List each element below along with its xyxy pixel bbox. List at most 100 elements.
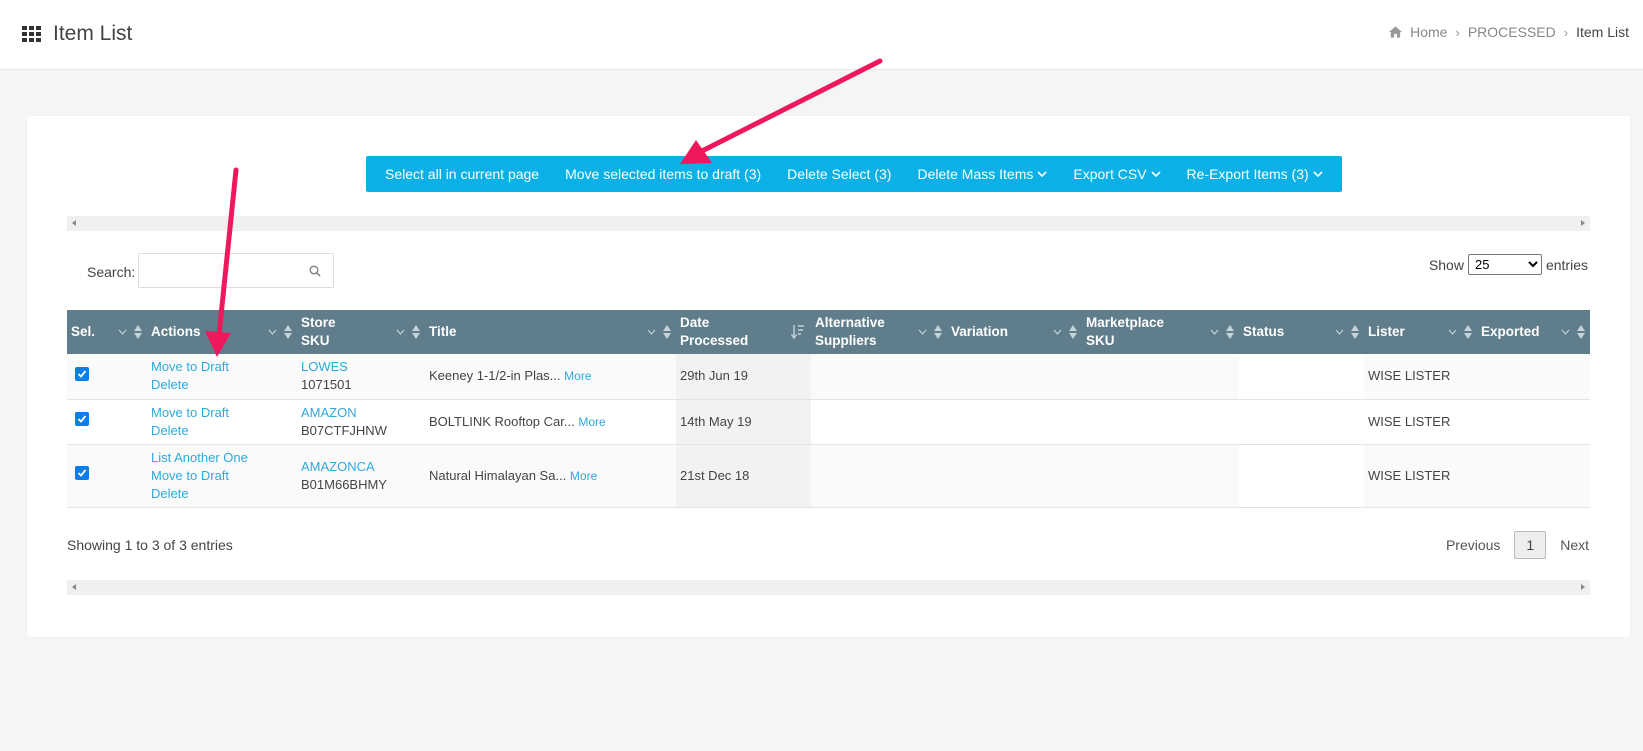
show-label: Show (1428, 256, 1464, 273)
more-link[interactable]: More (578, 415, 605, 429)
sort-icon[interactable] (1350, 324, 1360, 340)
table-row: List Another One Move to Draft Delete AM… (67, 444, 1590, 508)
sku-text: B01M66BHMY (301, 476, 387, 492)
store-link[interactable]: AMAZONCA (301, 458, 421, 476)
column-header-variation[interactable]: Variation (947, 310, 1082, 354)
status-cell (1239, 399, 1364, 445)
sort-descending-icon[interactable] (791, 324, 805, 340)
home-icon (1389, 26, 1403, 38)
breadcrumb-home[interactable]: Home (1410, 24, 1447, 40)
delete-mass-items-dropdown[interactable]: Delete Mass Items (910, 166, 1054, 182)
re-export-items-dropdown[interactable]: Re-Export Items (3) (1180, 166, 1330, 182)
actions-cell: Move to Draft Delete (147, 354, 297, 400)
store-link[interactable]: LOWES (301, 358, 421, 376)
variation-cell (947, 444, 1082, 508)
delete-link[interactable]: Delete (151, 376, 293, 394)
sku-text: B07CTFJHNW (301, 422, 387, 438)
row-checkbox[interactable] (75, 466, 89, 480)
sort-icon[interactable] (1576, 324, 1586, 340)
page-length-control: Show 25 entries (1429, 254, 1588, 275)
chevron-down-icon (1210, 329, 1219, 335)
move-to-draft-link[interactable]: Move to Draft (151, 358, 293, 376)
export-csv-dropdown[interactable]: Export CSV (1066, 166, 1167, 182)
column-header-store-sku[interactable]: Store SKU (297, 310, 425, 354)
sort-icon[interactable] (1068, 324, 1078, 340)
date-cell: 14th May 19 (676, 399, 811, 445)
column-header-sel[interactable]: Sel. (67, 310, 147, 354)
sort-icon[interactable] (411, 324, 421, 340)
lister-cell: WISE LISTER (1364, 354, 1477, 400)
alt-suppliers-cell (811, 399, 947, 445)
row-checkbox[interactable] (75, 366, 89, 381)
actions-cell: List Another One Move to Draft Delete (147, 444, 297, 508)
marketplace-sku-cell (1082, 399, 1239, 445)
select-cell (67, 399, 147, 445)
sort-icon[interactable] (1225, 324, 1235, 340)
column-header-actions[interactable]: Actions (147, 310, 297, 354)
chevron-down-icon (647, 329, 656, 335)
sort-icon[interactable] (662, 324, 672, 340)
sort-icon[interactable] (133, 324, 143, 340)
chevron-down-icon (918, 329, 927, 335)
chevron-down-icon (396, 329, 405, 335)
column-header-alternative-suppliers[interactable]: Alternative Suppliers (811, 310, 947, 354)
delete-link[interactable]: Delete (151, 422, 293, 440)
more-link[interactable]: More (570, 469, 597, 483)
entries-label: entries (1545, 256, 1588, 273)
select-cell (67, 444, 147, 508)
move-to-draft-button[interactable]: Move selected items to draft (3) (558, 166, 768, 182)
move-to-draft-link[interactable]: Move to Draft (151, 467, 293, 485)
date-cell: 29th Jun 19 (676, 354, 811, 400)
search-icon[interactable] (309, 265, 321, 277)
move-to-draft-link[interactable]: Move to Draft (151, 404, 293, 422)
page-1-button[interactable]: 1 (1514, 531, 1547, 559)
alt-suppliers-cell (811, 444, 947, 508)
page-length-select[interactable]: 25 (1467, 254, 1542, 275)
scroll-left-icon[interactable] (72, 220, 76, 226)
search-field[interactable] (138, 253, 334, 288)
select-cell (67, 354, 147, 400)
sort-icon[interactable] (933, 324, 943, 340)
title-text: Natural Himalayan Sa... (429, 467, 567, 483)
column-header-marketplace-sku[interactable]: Marketplace SKU (1082, 310, 1239, 354)
next-page-button[interactable]: Next (1546, 537, 1603, 553)
status-cell (1239, 444, 1364, 508)
check-icon (77, 469, 87, 477)
chevron-down-icon (1150, 170, 1161, 177)
row-checkbox[interactable] (75, 412, 89, 426)
delete-select-button[interactable]: Delete Select (3) (780, 166, 898, 182)
search-input[interactable] (139, 254, 299, 287)
sort-icon[interactable] (1463, 324, 1473, 340)
list-another-one-link[interactable]: List Another One (151, 449, 293, 467)
breadcrumb-processed[interactable]: PROCESSED (1468, 24, 1556, 40)
column-header-lister[interactable]: Lister (1364, 310, 1477, 354)
store-sku-cell: AMAZONCA B01M66BHMY (297, 444, 425, 508)
chevron-down-icon (118, 329, 127, 335)
store-link[interactable]: AMAZON (301, 404, 421, 422)
search-label: Search: (87, 264, 136, 280)
column-header-status[interactable]: Status (1239, 310, 1364, 354)
select-all-button[interactable]: Select all in current page (378, 166, 546, 182)
exported-cell (1477, 399, 1590, 445)
chevron-down-icon (1313, 170, 1323, 177)
column-header-date-processed[interactable]: Date Processed (676, 310, 811, 354)
scroll-left-icon[interactable] (72, 584, 76, 590)
column-header-title[interactable]: Title (425, 310, 676, 354)
apps-grid-icon[interactable] (22, 26, 42, 42)
more-link[interactable]: More (564, 369, 591, 383)
delete-link[interactable]: Delete (151, 485, 293, 503)
previous-page-button[interactable]: Previous (1432, 537, 1514, 553)
exported-cell (1477, 444, 1590, 508)
sort-icon[interactable] (283, 324, 293, 340)
title-cell: Natural Himalayan Sa... More (425, 444, 676, 508)
breadcrumb-separator: › (1455, 24, 1460, 40)
scroll-right-icon[interactable] (1581, 220, 1585, 226)
lister-cell: WISE LISTER (1364, 444, 1477, 508)
horizontal-scrollbar-bottom[interactable] (67, 580, 1590, 595)
column-header-exported[interactable]: Exported (1477, 310, 1590, 354)
scroll-right-icon[interactable] (1581, 584, 1585, 590)
chevron-down-icon (1053, 329, 1062, 335)
table-row: Move to Draft Delete AMAZON B07CTFJHNW B… (67, 399, 1590, 445)
horizontal-scrollbar-top[interactable] (67, 216, 1590, 231)
check-icon (77, 415, 87, 423)
